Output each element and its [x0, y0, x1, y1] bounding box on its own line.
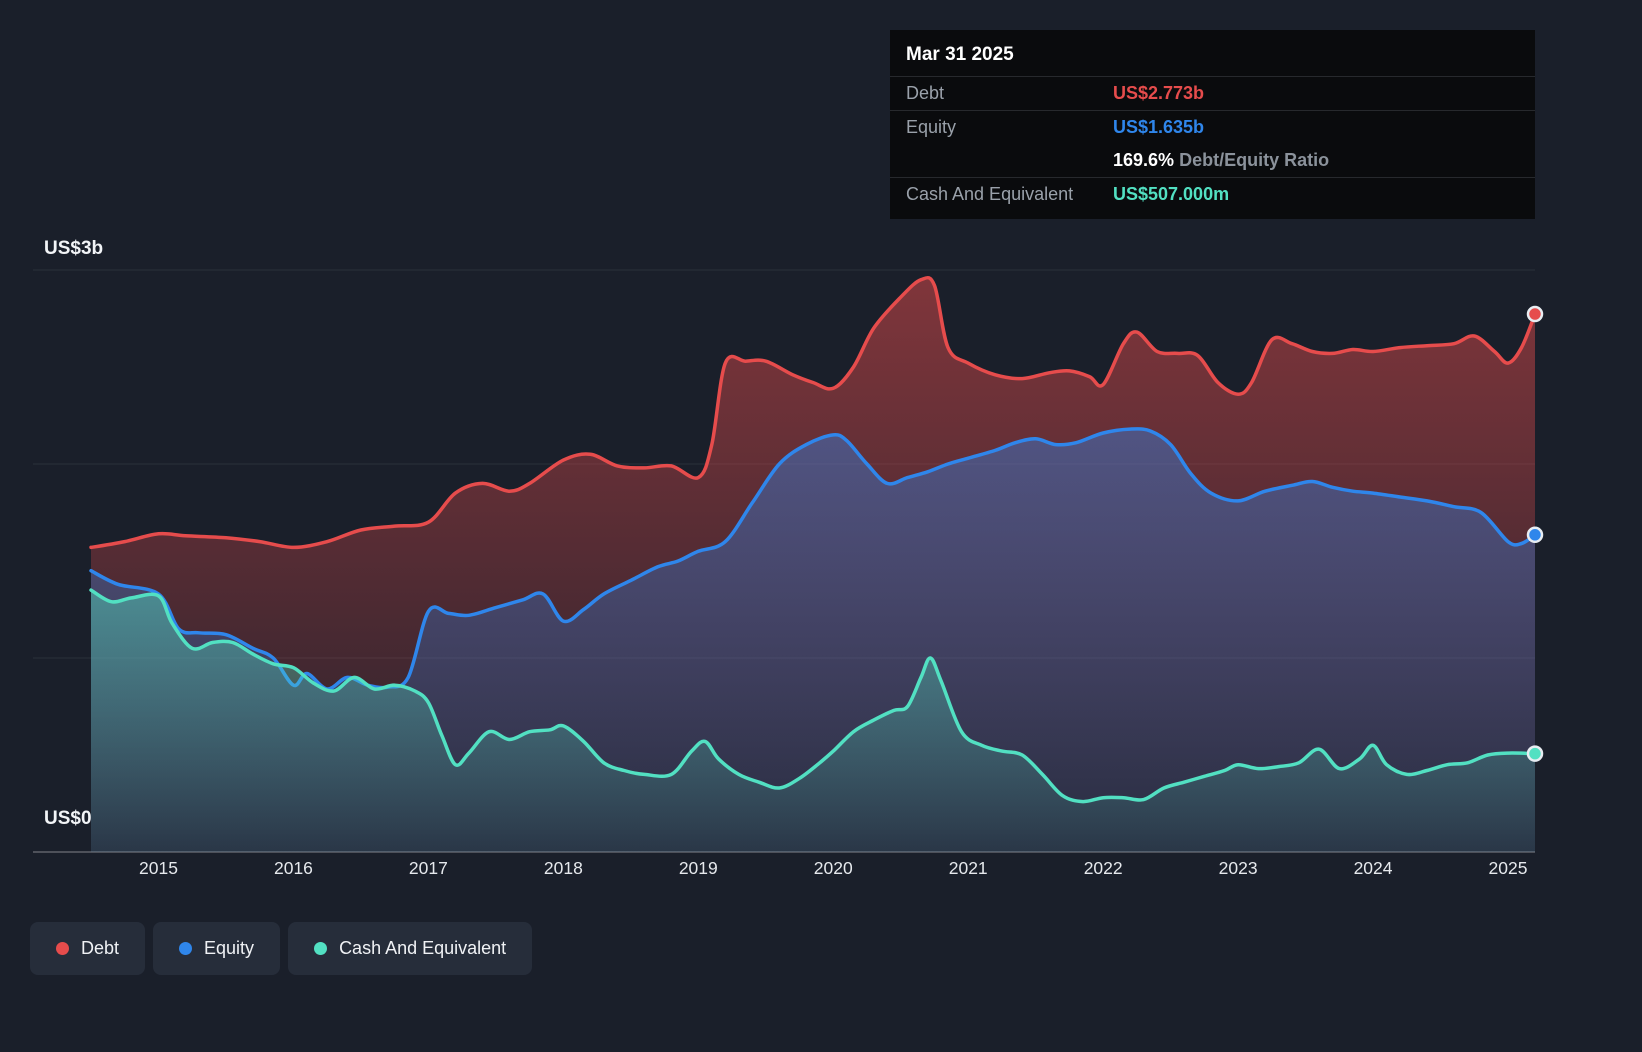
tooltip-debt-value: US$2.773b	[1113, 83, 1205, 103]
legend-label-equity: Equity	[204, 938, 255, 958]
tooltip-cash-label: Cash And Equivalent	[906, 184, 1074, 204]
y-axis-label-bottom: US$0	[44, 808, 92, 829]
x-tick-label: 2019	[678, 858, 718, 878]
x-tick-label: 2018	[543, 858, 583, 878]
tooltip-ratio-value: 169.6%	[1113, 150, 1175, 170]
chart-tooltip: Mar 31 2025 Debt US$2.773b Equity US$1.6…	[890, 30, 1535, 219]
debt-equity-chart-page: US$3b US$0 2015 2016 2017 2018 2019 2020 2021 2…	[0, 0, 1642, 1052]
tooltip-debt-label: Debt	[906, 83, 945, 103]
x-tick-label: 2020	[813, 858, 853, 878]
legend-label-cash: Cash And Equivalent	[339, 938, 507, 958]
tooltip-ratio-row: 169.6% Debt/Equity Ratio	[890, 144, 1535, 178]
x-tick-label: 2025	[1488, 858, 1528, 878]
x-tick-label: 2023	[1218, 858, 1258, 878]
tooltip-ratio-label: Debt/Equity Ratio	[1179, 150, 1330, 170]
tooltip-cash-value: US$507.000m	[1113, 184, 1230, 204]
tooltip-equity-row: Equity US$1.635b	[890, 111, 1535, 144]
x-tick-label: 2024	[1353, 858, 1393, 878]
x-tick-label: 2017	[408, 858, 448, 878]
legend-item-debt[interactable]: Debt	[30, 922, 146, 975]
cash-legend-dot-icon	[314, 942, 328, 955]
end-marker-cash-and-equivalent	[1526, 745, 1544, 762]
x-tick-label: 2015	[139, 858, 178, 878]
x-tick-label: 2016	[273, 858, 313, 878]
end-marker-equity	[1526, 526, 1544, 544]
legend: Debt Equity Cash And Equivalent	[30, 922, 533, 975]
legend-label-debt: Debt	[81, 938, 120, 958]
equity-legend-dot-icon	[179, 942, 193, 955]
tooltip-date: Mar 31 2025	[890, 30, 1535, 77]
x-tick-label: 2021	[948, 858, 988, 878]
debt-legend-dot-icon	[56, 942, 69, 955]
tooltip-equity-value: US$1.635b	[1113, 117, 1205, 137]
tooltip-ratio-text: 169.6% Debt/Equity Ratio	[1113, 150, 1519, 171]
tooltip-cash-row: Cash And Equivalent US$507.000m	[890, 178, 1535, 211]
y-axis-label-top: US$3b	[44, 238, 104, 259]
tooltip-equity-label: Equity	[906, 117, 957, 137]
legend-item-equity[interactable]: Equity	[153, 922, 281, 975]
x-tick-label: 2022	[1083, 858, 1123, 878]
legend-item-cash[interactable]: Cash And Equivalent	[288, 922, 533, 975]
tooltip-debt-row: Debt US$2.773b	[890, 77, 1535, 111]
x-axis: 2015 2016 2017 2018 2019 2020 2021 2022 2023 2024…	[0, 858, 1642, 884]
end-marker-debt	[1526, 305, 1544, 323]
